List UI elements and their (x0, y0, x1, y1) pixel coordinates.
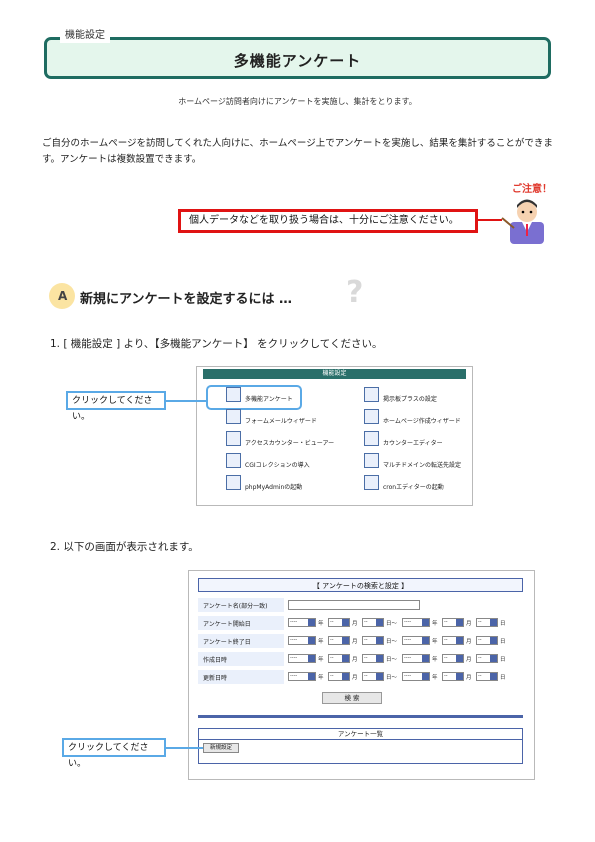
chevron-down-icon[interactable] (308, 655, 315, 662)
warning-pointer (476, 219, 502, 221)
chevron-down-icon[interactable] (376, 619, 383, 626)
search-row-label: 更新日時 (203, 675, 228, 682)
search-separator (198, 715, 523, 718)
search-button[interactable]: 検 索 (322, 692, 382, 704)
section-a-letter: A (58, 289, 68, 303)
chevron-down-icon[interactable] (422, 619, 429, 626)
date-unit-label: 月 (466, 675, 472, 681)
cgi-collection-icon[interactable] (226, 453, 241, 468)
date-unit-label: 月 (466, 639, 472, 645)
teacher-illustration (500, 192, 550, 244)
date-unit-label: 日 (500, 657, 506, 663)
menu-item-left-0[interactable]: 多機能アンケート (245, 394, 293, 403)
callout-2-line (166, 747, 203, 749)
chevron-down-icon[interactable] (456, 655, 463, 662)
chevron-down-icon[interactable] (376, 637, 383, 644)
date-unit-label: 年 (318, 621, 324, 627)
date-unit-label: 日 (500, 639, 506, 645)
chevron-down-icon[interactable] (342, 637, 349, 644)
callout-1-line (166, 400, 208, 402)
date-unit-label: 年 (432, 621, 438, 627)
chevron-down-icon[interactable] (422, 655, 429, 662)
chevron-down-icon[interactable] (376, 673, 383, 680)
step-1-text: 1. [ 機能設定 ] より、【多機能アンケート】 をクリックしてください。 (50, 338, 383, 350)
page-title: 多機能アンケート (233, 52, 362, 70)
chevron-down-icon[interactable] (376, 655, 383, 662)
intro-text: ご自分のホームページを訪問してくれた人向けに、ホームページ上でアンケートを実施し… (42, 138, 553, 165)
cron-editor-icon[interactable] (364, 475, 379, 490)
date-unit-label: 年 (432, 657, 438, 663)
phpmyadmin-icon[interactable] (226, 475, 241, 490)
date-unit-label: 月 (352, 657, 358, 663)
search-row-label: 作成日時 (203, 657, 228, 664)
chevron-down-icon[interactable] (342, 673, 349, 680)
menu-item-left-1[interactable]: フォームメールウィザード (245, 416, 317, 425)
search-row-label: アンケート終了日 (203, 639, 251, 646)
date-unit-label: 月 (466, 621, 472, 627)
new-survey-button[interactable]: 新規設定 (203, 743, 239, 753)
menu-item-left-4[interactable]: phpMyAdminの起動 (245, 482, 302, 491)
date-unit-label: 年 (318, 675, 324, 681)
survey-icon[interactable] (226, 387, 241, 402)
date-unit-label: 日〜 (386, 639, 398, 645)
chevron-down-icon[interactable] (490, 619, 497, 626)
question-mark-icon: ? (346, 275, 364, 310)
warning-box: 個人データなどを取り扱う場合は、十分にご注意ください。 (178, 209, 478, 233)
header-tab-label: 機能設定 (60, 29, 110, 43)
date-unit-label: 年 (432, 675, 438, 681)
menu-item-left-3[interactable]: CGIコレクションの導入 (245, 460, 310, 469)
chevron-down-icon[interactable] (308, 619, 315, 626)
chevron-down-icon[interactable] (456, 637, 463, 644)
search-row-label: アンケート開始日 (203, 621, 251, 628)
list-title: アンケート一覧 (198, 728, 523, 740)
callout-2: クリックしてください。 (62, 738, 166, 769)
list-body (198, 740, 523, 764)
date-unit-label: 日〜 (386, 621, 398, 627)
chevron-down-icon[interactable] (422, 637, 429, 644)
survey-name-input[interactable] (288, 600, 420, 610)
page-subtitle: ホームページ訪問者向けにアンケートを実施し、集計をとります。 (178, 97, 417, 106)
menu-item-left-2[interactable]: アクセスカウンター・ビューアー (245, 438, 334, 447)
search-title: 【 アンケートの検索と設定 】 (198, 578, 523, 592)
date-unit-label: 年 (318, 657, 324, 663)
chevron-down-icon[interactable] (342, 619, 349, 626)
date-unit-label: 日〜 (386, 657, 398, 663)
chevron-down-icon[interactable] (342, 655, 349, 662)
menu-item-right-3[interactable]: マルチドメインの転送先設定 (383, 460, 461, 469)
form-mail-icon[interactable] (226, 409, 241, 424)
date-unit-label: 日 (500, 621, 506, 627)
access-counter-icon[interactable] (226, 431, 241, 446)
date-unit-label: 月 (466, 657, 472, 663)
date-unit-label: 月 (352, 639, 358, 645)
chevron-down-icon[interactable] (490, 655, 497, 662)
chevron-down-icon[interactable] (308, 637, 315, 644)
search-row-label: アンケート名(部分一致) (203, 603, 268, 610)
callout-1: クリックしてください。 (66, 391, 166, 422)
bbs-icon[interactable] (364, 387, 379, 402)
date-unit-label: 日〜 (386, 675, 398, 681)
menu-item-right-4[interactable]: cronエディターの起動 (383, 482, 444, 491)
date-unit-label: 日 (500, 675, 506, 681)
date-unit-label: 月 (352, 675, 358, 681)
chevron-down-icon[interactable] (422, 673, 429, 680)
menu-item-right-1[interactable]: ホームページ作成ウィザード (383, 416, 461, 425)
menu-header: 機能設定 (203, 369, 466, 379)
date-unit-label: 月 (352, 621, 358, 627)
section-a-title: 新規にアンケートを設定するには … (80, 292, 293, 307)
date-unit-label: 年 (318, 639, 324, 645)
chevron-down-icon[interactable] (456, 673, 463, 680)
chevron-down-icon[interactable] (308, 673, 315, 680)
chevron-down-icon[interactable] (456, 619, 463, 626)
date-unit-label: 年 (432, 639, 438, 645)
chevron-down-icon[interactable] (490, 637, 497, 644)
counter-editor-icon[interactable] (364, 431, 379, 446)
multidomain-icon[interactable] (364, 453, 379, 468)
menu-item-right-2[interactable]: カウンターエディター (383, 438, 443, 447)
chevron-down-icon[interactable] (490, 673, 497, 680)
menu-item-right-0[interactable]: 掲示板プラスの設定 (383, 394, 437, 403)
step-2-text: 2. 以下の画面が表示されます。 (50, 541, 199, 553)
homepage-wizard-icon[interactable] (364, 409, 379, 424)
